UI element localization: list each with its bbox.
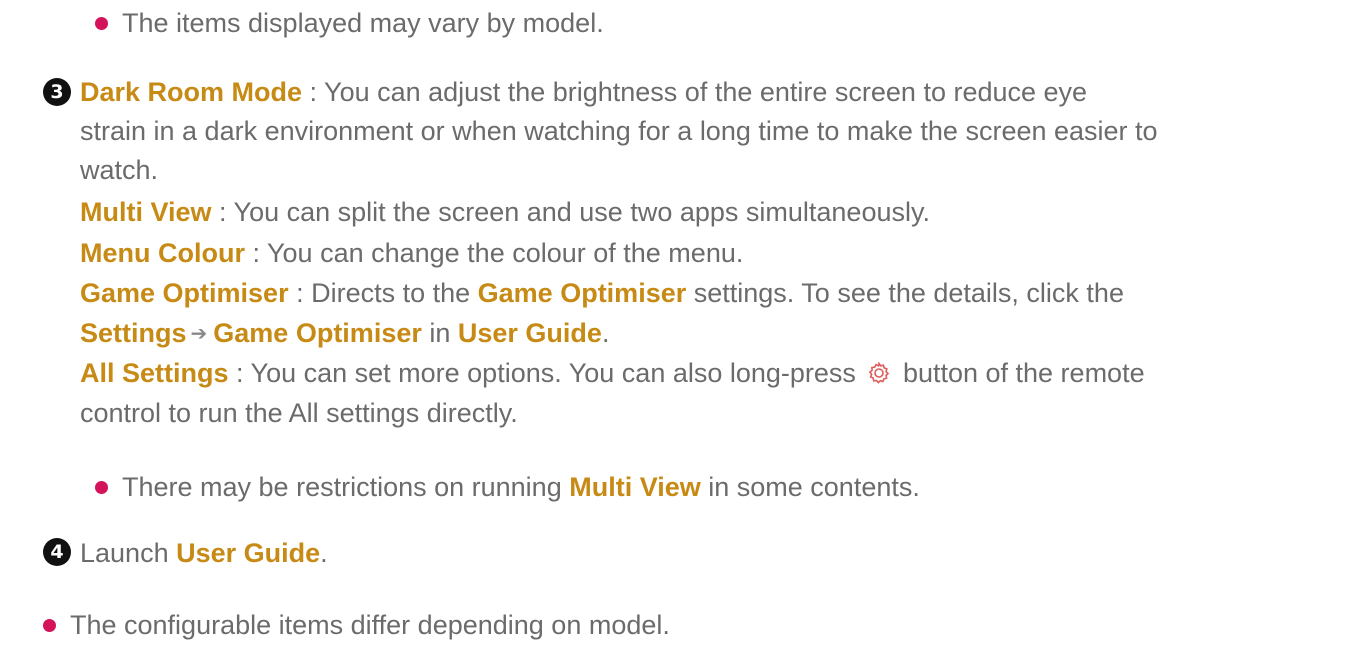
settings-label: Settings [80,318,187,348]
all-settings-line-1: All Settings : You can set more options.… [80,356,1145,390]
all-settings-line-2: control to run the All settings directly… [80,398,518,428]
dark-room-mode-label: Dark Room Mode [80,77,303,107]
configurable-items-note: The configurable items differ depending … [70,610,670,640]
user-guide-link: User Guide [457,318,602,348]
note-items-vary: The items displayed may vary by model. [122,8,604,38]
menu-colour-label: Menu Colour [80,238,245,268]
bullet-icon [43,619,56,632]
game-optimiser-settings-link: Game Optimiser [477,278,687,308]
game-optimiser-link: Game Optimiser [213,318,422,348]
multi-view-restriction-note: There may be restrictions on running Mul… [122,472,920,502]
launch-user-guide-line: Launch User Guide. [80,538,328,568]
game-optimiser-line-2: Settings ➔ Game Optimiser in User Guide. [80,316,609,350]
gear-icon [867,359,891,393]
number-3-icon: 3 [43,78,71,106]
menu-colour-line: Menu Colour : You can change the colour … [80,238,744,268]
number-4-icon: 4 [43,538,71,566]
multi-view-label: Multi View [569,472,701,502]
bullet-icon [95,17,108,30]
multi-view-line: Multi View : You can split the screen an… [80,197,930,227]
game-optimiser-line-1: Game Optimiser : Directs to the Game Opt… [80,278,1124,308]
multi-view-label: Multi View [80,197,212,227]
bullet-icon [95,481,108,494]
user-guide-link: User Guide [176,538,321,568]
all-settings-label: All Settings [80,358,229,388]
game-optimiser-label: Game Optimiser [80,278,289,308]
arrow-right-icon: ➔ [190,323,208,345]
dark-room-mode-line-1: Dark Room Mode : You can adjust the brig… [80,77,1088,107]
dark-room-mode-line-3: watch. [80,155,159,185]
dark-room-mode-line-2: strain in a dark environment or when wat… [80,116,1158,146]
